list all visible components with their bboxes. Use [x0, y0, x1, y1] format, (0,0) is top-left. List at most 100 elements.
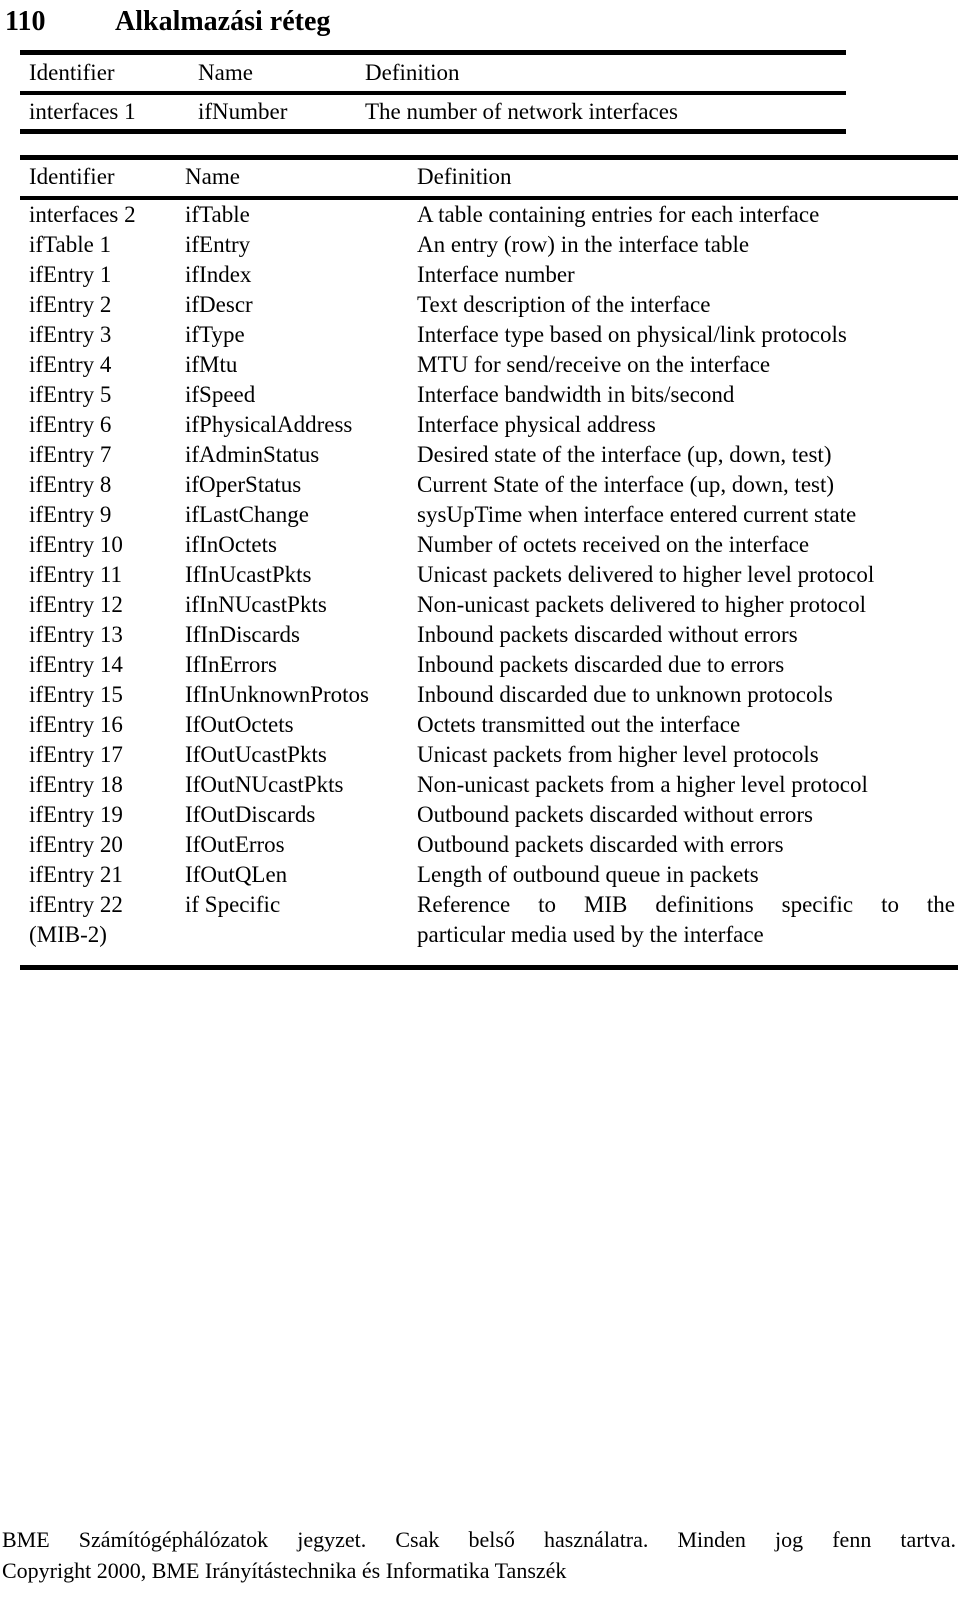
- cell-name: IfOutNUcastPkts: [185, 772, 344, 797]
- cell-definition: Interface physical address: [417, 412, 656, 437]
- cell-definition: Unicast packets delivered to higher leve…: [417, 562, 875, 587]
- cell-name: ifInNUcastPkts: [185, 592, 327, 617]
- cell-definition: Length of outbound queue in packets: [417, 862, 759, 887]
- table-one-header-rule: [20, 91, 846, 95]
- cell-definition: Non-unicast packets from a higher level …: [417, 772, 868, 797]
- cell-name: IfInUcastPkts: [185, 562, 312, 587]
- cell-definition: Interface number: [417, 262, 575, 287]
- cell-definition-line-one: Reference to MIB definitions specific to…: [417, 892, 955, 917]
- table-row: ifEntry 7 ifAdminStatus Desired state of…: [20, 440, 958, 470]
- table-row: ifEntry 19 IfOutDiscards Outbound packet…: [20, 800, 958, 830]
- cell-identifier: ifEntry 12: [29, 592, 123, 617]
- cell-name: IfOutQLen: [185, 862, 288, 887]
- cell-identifier: ifEntry 5: [29, 382, 112, 407]
- cell-definition: Current State of the interface (up, down…: [417, 472, 835, 497]
- cell-definition: Inbound discarded due to unknown protoco…: [417, 682, 833, 707]
- table-row: ifEntry 6 ifPhysicalAddress Interface ph…: [20, 410, 958, 440]
- table-row: ifEntry 2 ifDescr Text description of th…: [20, 290, 958, 320]
- page-header: 110 Alkalmazási réteg: [0, 0, 960, 46]
- cell-name: IfInErrors: [185, 652, 277, 677]
- cell-identifier: ifEntry 17: [29, 742, 123, 767]
- table-row: interfaces 2 ifTable A table containing …: [20, 200, 958, 230]
- cell-identifier: ifEntry 19: [29, 802, 123, 827]
- column-header-definition: Definition: [365, 60, 460, 85]
- cell-definition: Inbound packets discarded due to errors: [417, 652, 785, 677]
- cell-identifier: ifEntry 11: [29, 562, 123, 587]
- cell-name: ifAdminStatus: [185, 442, 320, 467]
- cell-identifier: ifEntry 21: [29, 862, 123, 887]
- table-row: ifEntry 12 ifInNUcastPkts Non-unicast pa…: [20, 590, 958, 620]
- cell-identifier-continued: (MIB-2): [29, 922, 107, 947]
- cell-identifier: ifEntry 1: [29, 262, 112, 287]
- cell-definition: Outbound packets discarded with errors: [417, 832, 784, 857]
- table-row: ifEntry 1 ifIndex Interface number: [20, 260, 958, 290]
- table-row: ifEntry 14 IfInErrors Inbound packets di…: [20, 650, 958, 680]
- page-footer: BME Számítógéphálózatok jegyzet. Csak be…: [2, 1524, 956, 1586]
- cell-identifier: interfaces 1: [29, 99, 136, 124]
- cell-definition: Inbound packets discarded without errors: [417, 622, 798, 647]
- cell-name: ifPhysicalAddress: [185, 412, 353, 437]
- table-one-bottom-rule: [20, 129, 846, 134]
- cell-name: ifTable: [185, 202, 250, 227]
- footer-line-one: BME Számítógéphálózatok jegyzet. Csak be…: [2, 1527, 956, 1552]
- table-row: ifEntry 8 ifOperStatus Current State of …: [20, 470, 958, 500]
- cell-identifier: ifEntry 22: [29, 892, 123, 917]
- cell-definition: Number of octets received on the interfa…: [417, 532, 810, 557]
- cell-definition: Text description of the interface: [417, 292, 711, 317]
- column-header-identifier: Identifier: [29, 164, 115, 189]
- cell-definition: A table containing entries for each inte…: [417, 202, 820, 227]
- cell-name: IfOutDiscards: [185, 802, 316, 827]
- cell-name: IfOutOctets: [185, 712, 294, 737]
- cell-name: IfInDiscards: [185, 622, 300, 647]
- table-row: ifEntry 20 IfOutErros Outbound packets d…: [20, 830, 958, 860]
- table-two-header-row: Identifier Name Definition: [20, 162, 958, 192]
- table-row: ifEntry 4 ifMtu MTU for send/receive on …: [20, 350, 958, 380]
- table-row-last-entry-line-one: ifEntry 22 if Specific Reference to MIB …: [20, 890, 958, 920]
- cell-identifier: ifEntry 3: [29, 322, 112, 347]
- cell-definition: The number of network interfaces: [365, 99, 678, 124]
- cell-name: ifDescr: [185, 292, 253, 317]
- cell-definition: Outbound packets discarded without error…: [417, 802, 814, 827]
- column-header-name: Name: [198, 60, 253, 85]
- cell-identifier: ifEntry 4: [29, 352, 112, 377]
- cell-name: ifOperStatus: [185, 472, 302, 497]
- table-row: ifEntry 10 ifInOctets Number of octets r…: [20, 530, 958, 560]
- cell-identifier: ifEntry 9: [29, 502, 112, 527]
- cell-definition: Desired state of the interface (up, down…: [417, 442, 832, 467]
- column-header-definition: Definition: [417, 164, 512, 189]
- table-one-top-rule: [20, 50, 846, 55]
- cell-name: IfInUnknownProtos: [185, 682, 369, 707]
- table-row: interfaces 1 ifNumber The number of netw…: [20, 97, 846, 127]
- table-row: ifEntry 15 IfInUnknownProtos Inbound dis…: [20, 680, 958, 710]
- cell-identifier: ifEntry 8: [29, 472, 112, 497]
- table-row: ifEntry 11 IfInUcastPkts Unicast packets…: [20, 560, 958, 590]
- table-row: ifEntry 3 ifType Interface type based on…: [20, 320, 958, 350]
- table-row: ifEntry 13 IfInDiscards Inbound packets …: [20, 620, 958, 650]
- column-header-name: Name: [185, 164, 240, 189]
- table-two-bottom-rule: [20, 965, 958, 970]
- cell-name: ifEntry: [185, 232, 251, 257]
- table-row-last-entry-line-two: (MIB-2) particular media used by the int…: [20, 920, 958, 950]
- cell-name: ifInOctets: [185, 532, 277, 557]
- cell-definition: Interface type based on physical/link pr…: [417, 322, 847, 347]
- cell-definition: MTU for send/receive on the interface: [417, 352, 771, 377]
- cell-name: if Specific: [185, 892, 281, 917]
- table-one-header-row: Identifier Name Definition: [20, 58, 846, 88]
- cell-definition: sysUpTime when interface entered current…: [417, 502, 857, 527]
- cell-identifier: ifEntry 18: [29, 772, 123, 797]
- cell-identifier: interfaces 2: [29, 202, 136, 227]
- cell-identifier: ifEntry 15: [29, 682, 123, 707]
- cell-identifier: ifTable 1: [29, 232, 112, 257]
- cell-identifier: ifEntry 14: [29, 652, 123, 677]
- cell-name: ifLastChange: [185, 502, 309, 527]
- cell-name: IfOutUcastPkts: [185, 742, 327, 767]
- footer-line-two: Copyright 2000, BME Irányítástechnika és…: [2, 1558, 567, 1583]
- cell-identifier: ifEntry 16: [29, 712, 123, 737]
- table-row: ifEntry 18 IfOutNUcastPkts Non-unicast p…: [20, 770, 958, 800]
- cell-definition: Octets transmitted out the interface: [417, 712, 741, 737]
- cell-definition: Interface bandwidth in bits/second: [417, 382, 735, 407]
- table-row: ifEntry 16 IfOutOctets Octets transmitte…: [20, 710, 958, 740]
- cell-name: ifNumber: [198, 99, 288, 124]
- table-row: ifEntry 5 ifSpeed Interface bandwidth in…: [20, 380, 958, 410]
- cell-definition: An entry (row) in the interface table: [417, 232, 750, 257]
